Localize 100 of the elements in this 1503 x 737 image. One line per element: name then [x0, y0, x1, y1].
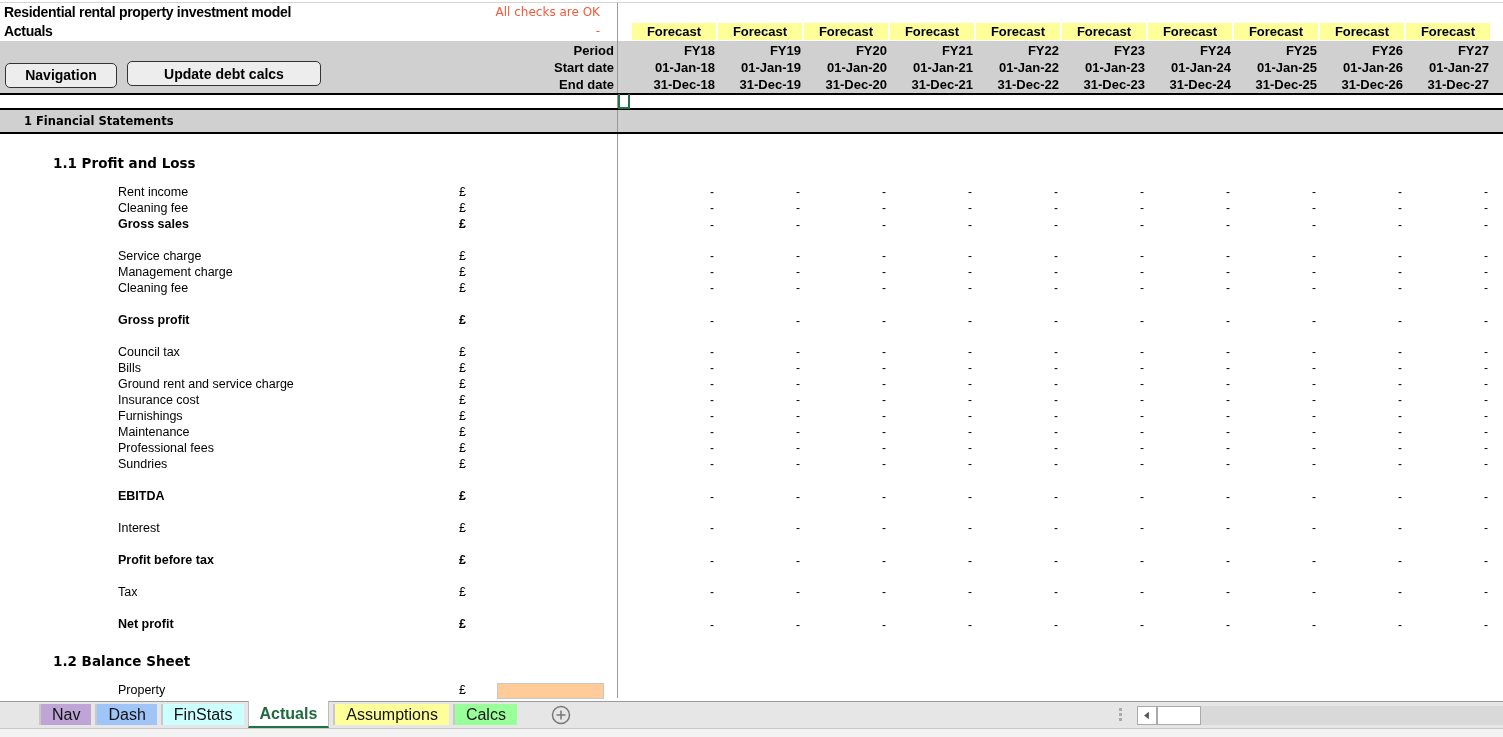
value-cell-text: - — [1484, 217, 1489, 232]
value-cell-text: - — [1484, 617, 1489, 632]
value-cell-text: - — [1484, 441, 1489, 455]
value-cell-text: - — [882, 425, 887, 439]
scroll-thumb[interactable] — [1157, 705, 1201, 725]
value-cell-text: - — [1484, 457, 1489, 471]
value-cell-text: - — [1226, 361, 1231, 375]
period-label: FY20 — [855, 41, 887, 59]
add-sheet-icon[interactable] — [550, 705, 571, 725]
value-cell-text: - — [968, 585, 973, 599]
sheet-tab[interactable]: Calcs — [452, 704, 517, 725]
value-cell-text: - — [1312, 553, 1317, 568]
row-label: Gross profit — [118, 313, 190, 327]
subsection-heading: 1.1 Profit and Loss — [52, 154, 196, 172]
value-cell-text: - — [710, 249, 715, 263]
unit-label: £ — [459, 265, 466, 279]
value-cell-text: - — [1054, 313, 1059, 328]
value-cell-text: - — [968, 457, 973, 471]
row-label: Gross sales — [118, 217, 189, 231]
value-cell-text: - — [1398, 345, 1403, 359]
value-cell-text: - — [1226, 201, 1231, 215]
value-cell-text: - — [1484, 201, 1489, 215]
value-cell-text: - — [968, 409, 973, 423]
value-cell-text: - — [796, 553, 801, 568]
value-cell-text: - — [1054, 345, 1059, 359]
end-date: 31-Dec-19 — [739, 75, 801, 93]
value-cell-text: - — [710, 617, 715, 632]
value-cell-text: - — [1226, 281, 1231, 295]
value-cell-text: - — [1484, 393, 1489, 407]
value-cell-text: - — [1398, 201, 1403, 215]
value-cell-text: - — [796, 521, 801, 535]
value-cell-text: - — [1398, 617, 1403, 632]
end-date: 31-Dec-26 — [1341, 75, 1403, 93]
value-cell-text: - — [710, 553, 715, 568]
sheet-tab[interactable]: Dash — [95, 704, 157, 725]
value-cell-text: - — [1484, 313, 1489, 328]
input-cell[interactable] — [497, 683, 604, 699]
value-cell-text: - — [710, 393, 715, 407]
value-cell-text: - — [1398, 313, 1403, 328]
value-cell-text: - — [796, 457, 801, 471]
value-cell-text: - — [796, 265, 801, 279]
value-cell-text: - — [710, 185, 715, 199]
value-cell-text: - — [1140, 185, 1145, 199]
start-date: 01-Jan-18 — [655, 58, 715, 76]
sheet-tab[interactable]: Nav — [39, 704, 92, 725]
period-label: FY23 — [1113, 41, 1145, 59]
value-cell-text: - — [710, 265, 715, 279]
value-cell-text: - — [1398, 377, 1403, 391]
end-date: 31-Dec-27 — [1427, 75, 1489, 93]
value-cell-text: - — [882, 345, 887, 359]
value-cell-text: - — [1484, 281, 1489, 295]
row-label: Maintenance — [118, 425, 190, 439]
value-cell-text: - — [882, 313, 887, 328]
row-label: Net profit — [118, 617, 174, 631]
value-cell-text: - — [968, 441, 973, 455]
value-cell-text: - — [968, 425, 973, 439]
value-cell-text: - — [1226, 185, 1231, 199]
value-cell-text: - — [882, 617, 887, 632]
macro-button[interactable]: Update debt calcs — [127, 61, 321, 86]
start-date: 01-Jan-19 — [741, 58, 801, 76]
period-label: FY19 — [769, 41, 801, 59]
value-cell-text: - — [1312, 265, 1317, 279]
value-cell-text: - — [882, 409, 887, 423]
value-cell-text: - — [968, 185, 973, 199]
sheet-tab[interactable]: Assumptions — [333, 704, 449, 725]
value-cell-text: - — [796, 425, 801, 439]
sheet-title: Actuals — [3, 23, 53, 39]
value-cell-text: - — [968, 489, 973, 504]
value-cell-text: - — [968, 617, 973, 632]
value-cell-text: - — [1398, 185, 1403, 199]
splitter-icon[interactable] — [1119, 708, 1123, 722]
sheet-tab[interactable]: Actuals — [247, 701, 330, 728]
scroll-left-icon[interactable] — [1137, 705, 1157, 725]
value-cell-text: - — [710, 217, 715, 232]
value-cell-text: - — [1140, 201, 1145, 215]
row-label: Rent income — [118, 185, 189, 199]
unit-label: £ — [459, 457, 466, 471]
macro-button[interactable]: Navigation — [5, 62, 117, 88]
value-cell-text: - — [1226, 409, 1231, 423]
value-cell-text: - — [1054, 489, 1059, 504]
value-cell-text: - — [796, 361, 801, 375]
sheet-tab[interactable]: FinStats — [160, 704, 244, 725]
start-date: 01-Jan-24 — [1171, 58, 1231, 76]
horizontal-scrollbar[interactable] — [1137, 705, 1503, 725]
value-cell-text: - — [1140, 585, 1145, 599]
value-cell-text: - — [1140, 345, 1145, 359]
value-cell-text: - — [1312, 281, 1317, 295]
value-cell-text: - — [1398, 425, 1403, 439]
value-cell-text: - — [1226, 265, 1231, 279]
value-cell-text: - — [796, 409, 801, 423]
value-cell-text: - — [1398, 265, 1403, 279]
value-cell-text: - — [1484, 425, 1489, 439]
value-cell-text: - — [882, 377, 887, 391]
value-cell-text: - — [1484, 553, 1489, 568]
value-cell-text: - — [1398, 585, 1403, 599]
value-cell-text: - — [796, 617, 801, 632]
value-cell-text: - — [1226, 521, 1231, 535]
value-cell-text: - — [710, 457, 715, 471]
unit-label: £ — [459, 201, 466, 215]
start-date: 01-Jan-21 — [913, 58, 973, 76]
